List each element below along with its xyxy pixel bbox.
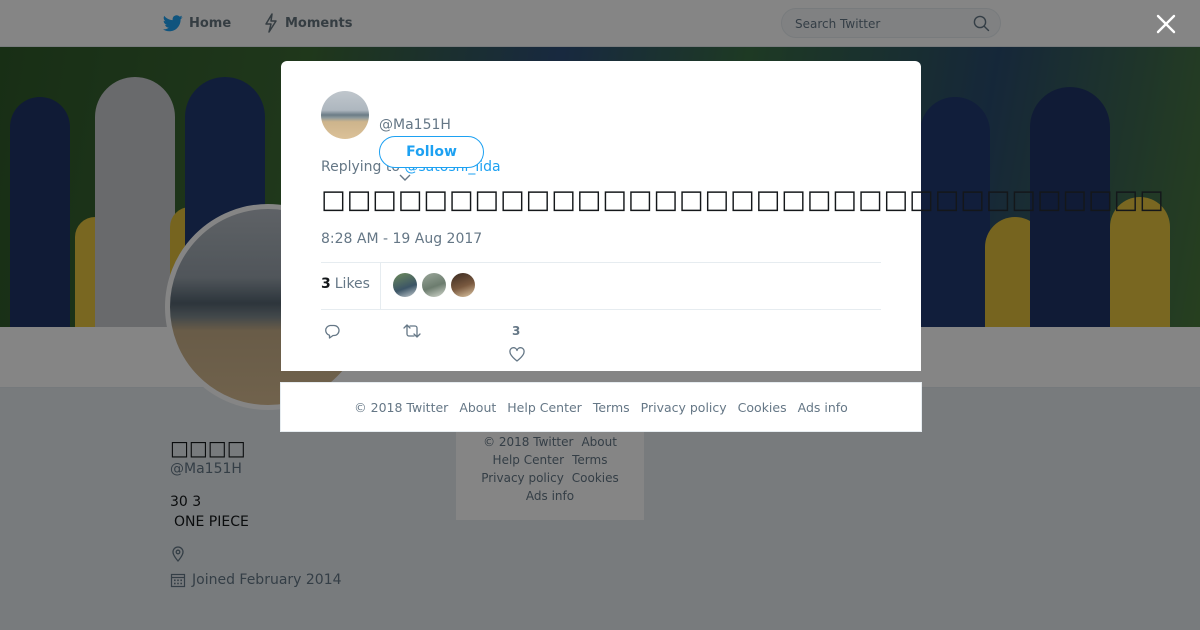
divider	[380, 263, 381, 309]
likes-stat[interactable]: 3 Likes	[321, 276, 370, 292]
tweet-author-handle[interactable]: @Ma151H	[379, 117, 451, 133]
close-icon	[1156, 14, 1176, 34]
liker-avatar[interactable]	[393, 273, 417, 297]
close-button[interactable]	[1154, 12, 1178, 36]
divider	[321, 262, 881, 263]
divider	[321, 309, 881, 310]
follow-button[interactable]: Follow	[379, 136, 484, 168]
like-action-count: 3	[512, 324, 521, 338]
footer-copyright: © 2018 Twitter	[354, 399, 449, 415]
footer-privacy-link[interactable]: Privacy policy	[641, 400, 727, 415]
footer-help-link[interactable]: Help Center	[507, 400, 582, 415]
footer-ads-link[interactable]: Ads info	[798, 400, 848, 415]
footer-terms-link[interactable]: Terms	[593, 400, 630, 415]
likes-word: Likes	[334, 276, 370, 292]
chevron-down-icon[interactable]	[399, 174, 411, 182]
tweet-author-avatar[interactable]	[321, 91, 369, 139]
tweet-text: □□□□□□□□□□□□□□□□□□□□□□□□□□□□□□□□□	[321, 185, 1165, 215]
liker-avatar[interactable]	[451, 273, 475, 297]
modal-footer: © 2018 Twitter About Help Center Terms P…	[280, 382, 922, 432]
tweet-modal: @Ma151H Replying to @satoshi_iida Follow…	[281, 61, 1164, 371]
heart-icon[interactable]	[509, 347, 525, 362]
retweet-icon[interactable]	[403, 323, 421, 339]
tweet-timestamp[interactable]: 8:28 AM - 19 Aug 2017	[321, 231, 482, 247]
liker-avatar[interactable]	[422, 273, 446, 297]
likes-count: 3	[321, 276, 331, 292]
footer-about-link[interactable]: About	[459, 400, 496, 415]
footer-cookies-link[interactable]: Cookies	[738, 400, 787, 415]
reply-icon[interactable]	[324, 323, 340, 339]
